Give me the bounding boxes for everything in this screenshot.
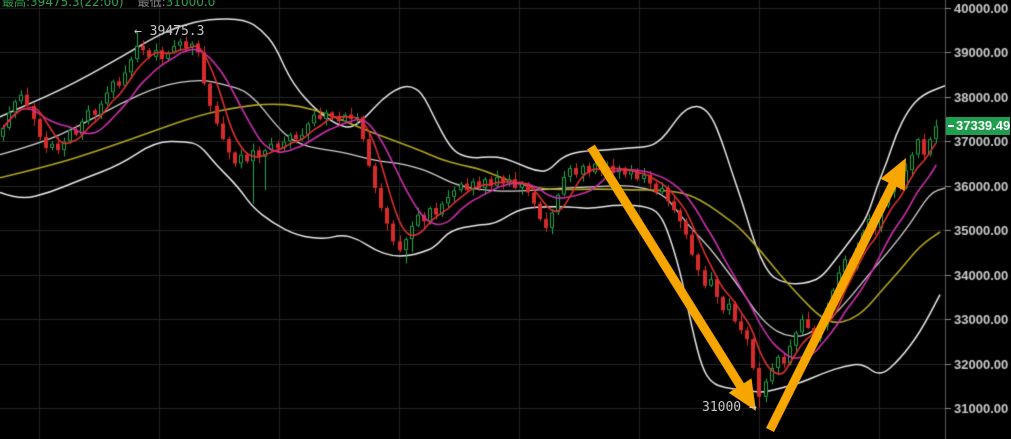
low-info-label: 最低: <box>138 0 166 9</box>
low-info-value: 31000.0 <box>166 0 216 9</box>
low-price-annotation: 31000 → <box>702 400 757 415</box>
trading-chart-panel: 最高:39475.3(22:00) 最低:31000.0 ← 39475.3 31… <box>0 0 1011 439</box>
ohlc-info-bar: 最高:39475.3(22:00) 最低:31000.0 <box>2 0 215 10</box>
high-info-text: 最高:39475.3(22:00) <box>2 0 124 9</box>
last-price-label: 37339.49 <box>946 117 1010 135</box>
high-price-annotation: ← 39475.3 <box>134 24 204 39</box>
candlestick-chart[interactable] <box>0 0 1011 439</box>
